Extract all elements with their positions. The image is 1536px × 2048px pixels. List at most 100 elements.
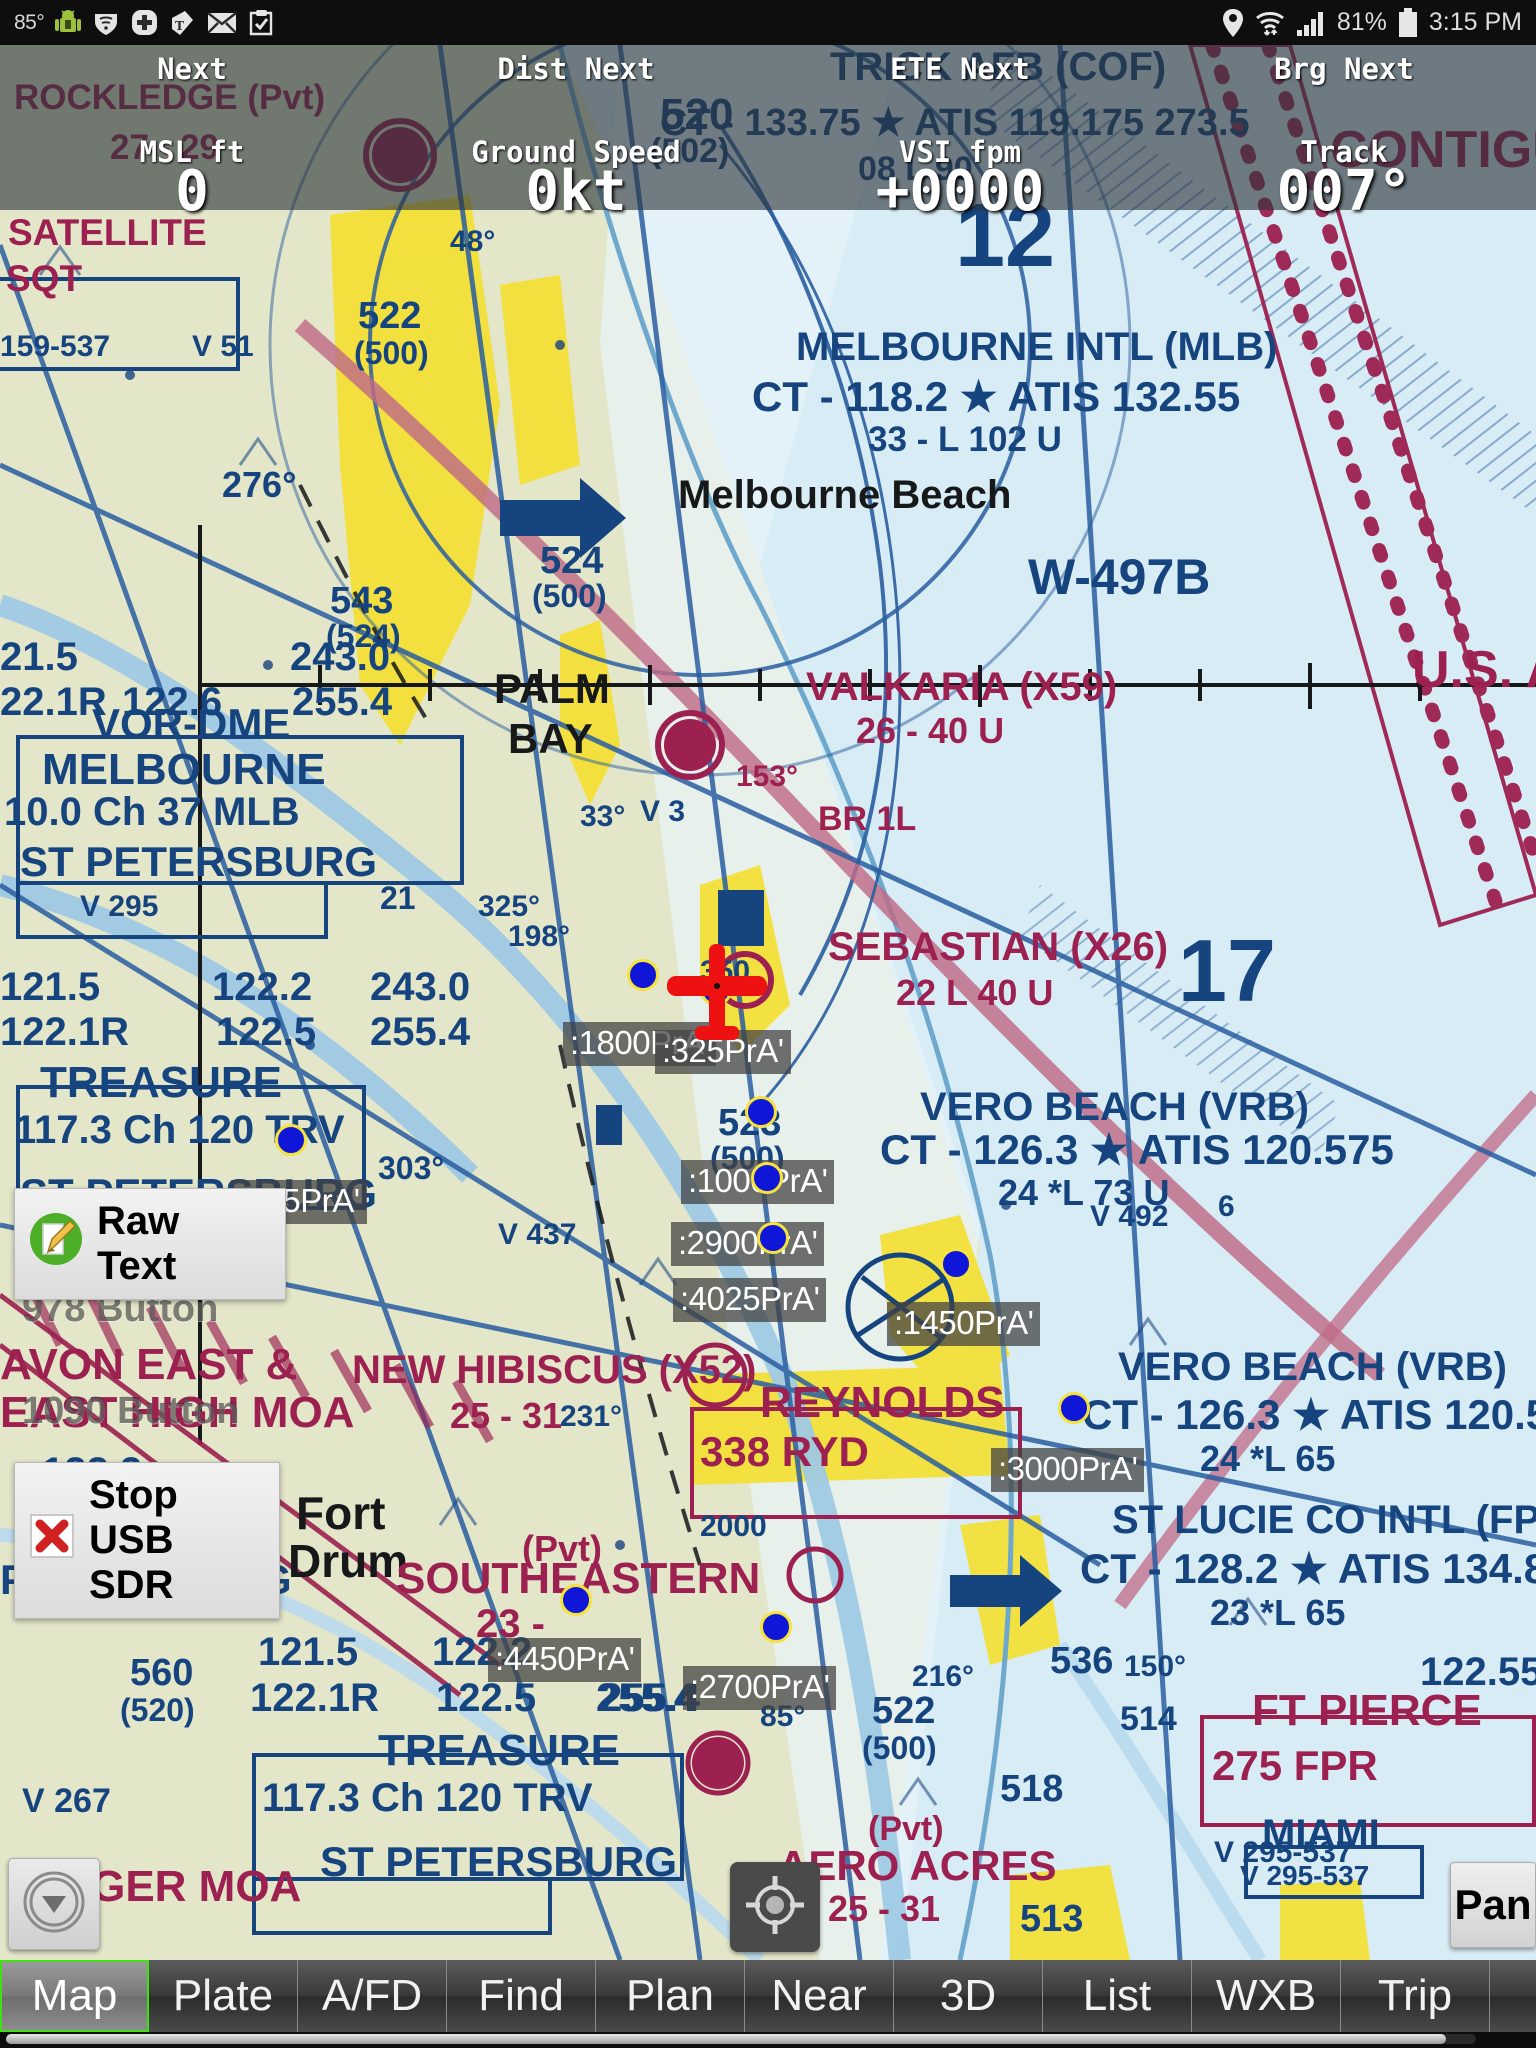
chart-label: CT - 133.75 ★ ATIS 119.175 273.5	[660, 102, 1250, 144]
traffic-dot-icon	[751, 1162, 783, 1194]
tab-trip[interactable]: Trip	[1341, 1960, 1490, 2032]
plus-badge-icon	[131, 9, 158, 36]
chart-label: Fort	[296, 1487, 386, 1539]
tab-label: A/FD	[321, 1971, 423, 2020]
tab-label: Near	[771, 1971, 867, 2020]
chart-label: 121.5	[0, 965, 101, 1009]
ownship-aircraft-icon	[657, 930, 777, 1055]
chart-label: SATELLITE	[8, 212, 207, 253]
chart-label: 275 FPR	[1212, 1742, 1378, 1789]
chart-label: 17	[1178, 921, 1276, 1020]
chart-label: TREASURE	[40, 1058, 283, 1107]
tab-a-fd[interactable]: A/FD	[298, 1960, 447, 2032]
vor-box-st-petersburg-upper	[16, 881, 328, 939]
chart-label: 303°	[378, 1150, 445, 1186]
traffic-altitude-label: :1450PrA'	[887, 1302, 1041, 1346]
tab-label: Find	[478, 1971, 564, 2020]
chart-label: CT - 128.2 ★ ATIS 134.825	[1080, 1545, 1536, 1592]
tab-map[interactable]: Map	[0, 1960, 149, 2032]
chart-label: 513	[1020, 1898, 1084, 1940]
tag-text-icon: T	[169, 9, 196, 37]
traffic-altitude-label: :3000PrA'	[991, 1448, 1145, 1492]
tab-list[interactable]: List	[1043, 1960, 1192, 2032]
traffic-altitude-label: :2900PrA'	[671, 1222, 825, 1266]
chart-label: V 295-537	[1240, 1860, 1370, 1891]
chart-label: (500)	[354, 335, 429, 371]
avare-map-screen: ROCKLEDGE (Pvt) 27 - 29 TRICK AFB (COF) CT …	[0, 0, 1536, 2048]
chart-label: V 295	[80, 890, 159, 923]
signal-bars-icon	[1296, 9, 1326, 37]
chart-label: 33°	[580, 800, 626, 833]
raw-text-button[interactable]: Raw Text	[14, 1188, 286, 1300]
crosshair-target-icon	[743, 1873, 807, 1942]
tab-plan[interactable]: Plan	[596, 1960, 745, 2032]
map-menu-toggle-button[interactable]	[8, 1858, 100, 1950]
chart-label: ST PETERSBURG	[320, 1838, 678, 1885]
stop-usb-sdr-button[interactable]: Stop USB SDR	[14, 1462, 280, 1619]
chart-label: 216°	[912, 1660, 975, 1693]
pan-label: Pan	[1454, 1881, 1532, 1928]
chart-label: 150°	[1124, 1650, 1187, 1683]
android-status-bar: 85° T 81% 3:15 PM	[0, 0, 1536, 45]
chart-label: VOR-DME	[92, 700, 291, 747]
chart-label: BAY	[508, 715, 593, 762]
chart-label: 21	[380, 880, 416, 916]
chart-label: 10.0 Ch 37 MLB	[4, 790, 300, 834]
chart-label: 276°	[222, 464, 297, 505]
tab-3d[interactable]: 3D	[894, 1960, 1043, 2032]
sectional-chart-map[interactable]: ROCKLEDGE (Pvt) 27 - 29 TRICK AFB (COF) CT …	[0, 45, 1536, 1960]
traffic-altitude-label: :2700PrA'	[683, 1666, 837, 1710]
chart-label: 48°	[450, 225, 496, 258]
chart-label: 33 - L 102 U	[868, 420, 1062, 459]
chart-label: 08 L 90	[858, 150, 973, 188]
chart-label: SEBASTIAN (X26)	[828, 925, 1169, 969]
tab-plate[interactable]: Plate	[149, 1960, 298, 2032]
pan-mode-button[interactable]: Pan	[1450, 1862, 1536, 1948]
chart-label: 6	[1218, 1190, 1235, 1223]
chart-label: 243.0	[370, 965, 471, 1009]
chart-label: 22.1R	[0, 680, 107, 724]
chart-label: 21.5	[0, 635, 78, 679]
chart-label: W-497B	[1028, 549, 1211, 605]
chart-label: 536	[1050, 1640, 1114, 1682]
tab-near[interactable]: Near	[745, 1960, 894, 2032]
chart-label: NEW HIBISCUS (X52)	[352, 1348, 757, 1392]
chart-label: ST LUCIE CO INTL (FPR)	[1112, 1498, 1536, 1542]
tab-label: Plate	[172, 1971, 274, 2020]
chart-label: CONTIGUOUS	[1330, 121, 1536, 179]
tab-label: List	[1082, 1971, 1152, 2020]
chart-label: 26 - 40 U	[856, 710, 1005, 751]
chart-label: 325°	[478, 890, 541, 923]
chart-label: 560	[130, 1652, 194, 1694]
traffic-dot-icon	[745, 1096, 777, 1128]
chart-label: REYNOLDS	[760, 1378, 1005, 1427]
traffic-dot-icon	[560, 1584, 592, 1616]
chart-label: 122.5	[216, 1010, 317, 1054]
chart-label: 122.5	[436, 1676, 537, 1720]
tab-label: Plan	[625, 1971, 715, 2020]
chart-label: V 3	[640, 795, 686, 828]
chart-label: 122.2	[212, 965, 313, 1009]
chart-label: V 51	[192, 330, 254, 363]
center-on-gps-button[interactable]	[730, 1862, 820, 1952]
chart-label: 27 - 29	[110, 128, 219, 167]
chart-label: MELBOURNE	[42, 745, 326, 794]
chart-label: 25 - 31	[450, 1395, 563, 1436]
chart-label: ROCKLEDGE (Pvt)	[14, 78, 326, 117]
chart-label: 122.1R	[250, 1676, 379, 1720]
tab-to[interactable]: To	[1490, 1960, 1536, 2032]
chart-label: 522	[358, 295, 422, 337]
tab-label: WXB	[1215, 1971, 1317, 2020]
chart-label: V 267	[22, 1782, 111, 1820]
chart-label: 25 - 31	[828, 1888, 941, 1929]
chart-label: CT - 126.3 ★ ATIS 120.575	[880, 1126, 1394, 1173]
tab-find[interactable]: Find	[447, 1960, 596, 2032]
pencil-note-icon	[29, 1212, 83, 1276]
button-1090[interactable]: 1090 Button	[22, 1390, 239, 1433]
chart-label: VERO BEACH (VRB)	[920, 1085, 1309, 1129]
chart-label: 524	[540, 540, 604, 582]
chart-label: (500)	[862, 1730, 937, 1766]
tab-bar-scrollbar[interactable]	[6, 2034, 1476, 2044]
tab-wxb[interactable]: WXB	[1192, 1960, 1341, 2032]
chart-label: FT PIERCE	[1252, 1686, 1482, 1735]
